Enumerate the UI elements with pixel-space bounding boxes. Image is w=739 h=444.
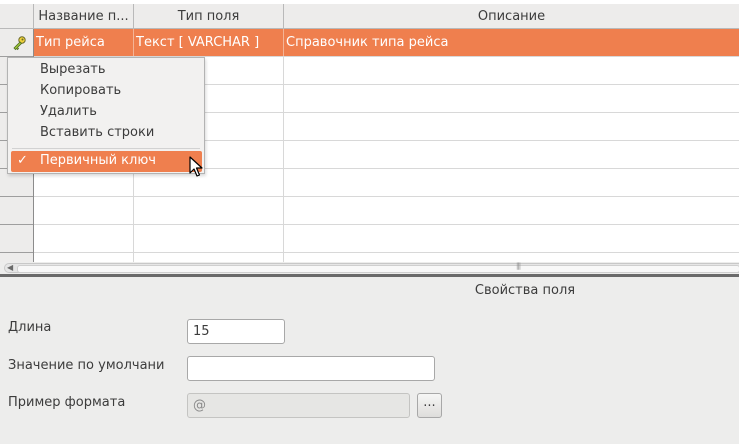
menu-item-delete[interactable]: Удалить [40,104,97,119]
scrollbar-grip-icon: ||| [516,262,521,270]
format-example-field: @ [187,393,410,418]
table-row-selected[interactable]: Тип рейса Текст [ VARCHAR ] Справочник т… [34,29,739,56]
menu-item-primary-key-label: Первичный ключ [40,153,156,168]
default-value-label: Значение по умолчани [8,358,165,373]
horizontal-scrollbar[interactable]: ◀ ||| [4,262,739,273]
menu-item-insert-rows[interactable]: Вставить строки [40,125,154,140]
cell-field-type[interactable]: Текст [ VARCHAR ] [134,29,282,56]
column-divider [283,29,284,262]
context-menu: Вырезать Копировать Удалить Вставить стр… [7,57,205,174]
properties-title: Свойства поля [474,283,576,298]
row-header-corner [0,4,34,29]
cell-field-name[interactable]: Тип рейса [34,29,133,56]
length-field[interactable]: 15 [187,319,285,344]
format-example-label: Пример формата [8,395,126,410]
cell-field-description[interactable]: Справочник типа рейса [284,29,736,56]
row-header-separator [0,252,33,253]
row-divider [34,252,739,253]
menu-item-primary-key[interactable]: ✓ Первичный ключ [11,151,202,172]
default-value-field[interactable] [187,356,435,381]
column-header-type[interactable]: Тип поля [134,4,284,29]
row-divider [34,196,739,197]
scrollbar-thumb[interactable] [17,265,739,273]
menu-item-cut[interactable]: Вырезать [40,62,106,77]
row-header-separator [0,196,33,197]
menu-item-copy[interactable]: Копировать [40,83,121,98]
row-header-separator [0,224,33,225]
menu-separator [12,148,200,149]
format-button[interactable]: ... [417,393,442,418]
length-label: Длина [8,320,52,335]
column-header-description[interactable]: Описание [284,4,739,29]
mouse-pointer-icon [189,156,203,177]
check-icon: ✓ [17,153,28,168]
pane-splitter[interactable] [0,274,739,277]
column-header-name[interactable]: Название п... [34,4,134,29]
row-divider [34,224,739,225]
key-icon [13,36,26,51]
scroll-left-arrow-icon[interactable]: ◀ [7,263,13,272]
